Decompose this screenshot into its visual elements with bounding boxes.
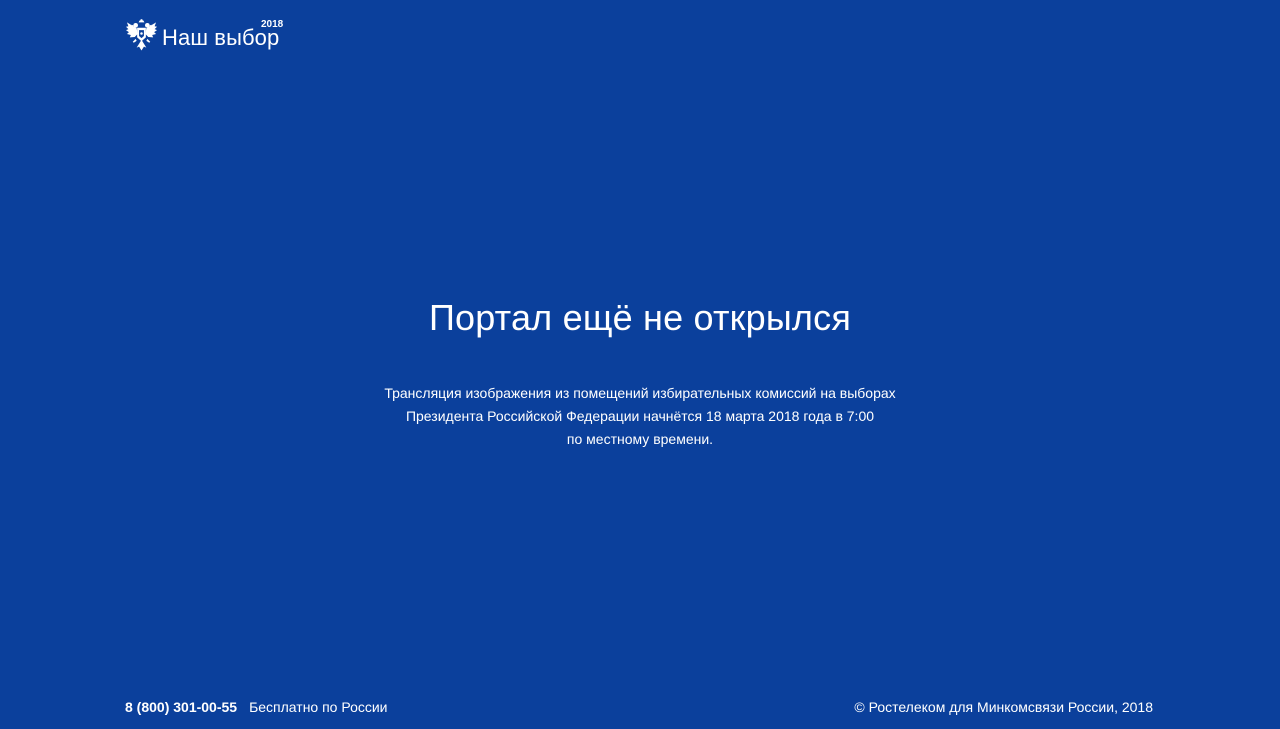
footer: 8 (800) 301-00-55 Бесплатно по России © …: [125, 697, 1153, 717]
double-headed-eagle-icon: [125, 19, 158, 51]
main-content: Портал ещё не открылся Трансляция изобра…: [0, 296, 1280, 451]
hotline-phone-link[interactable]: 8 (800) 301-00-55: [125, 699, 237, 715]
description: Трансляция изображения из помещений изби…: [0, 382, 1280, 451]
header: Наш выбор 2018: [125, 18, 283, 58]
logo-year: 2018: [261, 19, 284, 30]
logo-link[interactable]: Наш выбор 2018: [125, 18, 283, 52]
phone-note: Бесплатно по России: [249, 699, 388, 715]
copyright: © Ростелеком для Минкомсвязи России, 201…: [854, 699, 1153, 715]
description-line: Президента Российской Федерации начнётся…: [405, 408, 875, 424]
footer-contacts: 8 (800) 301-00-55 Бесплатно по России: [125, 699, 388, 715]
description-line: по местному времени.: [566, 431, 714, 447]
page-title: Портал ещё не открылся: [428, 297, 852, 338]
description-line: Трансляция изображения из помещений изби…: [384, 385, 896, 401]
